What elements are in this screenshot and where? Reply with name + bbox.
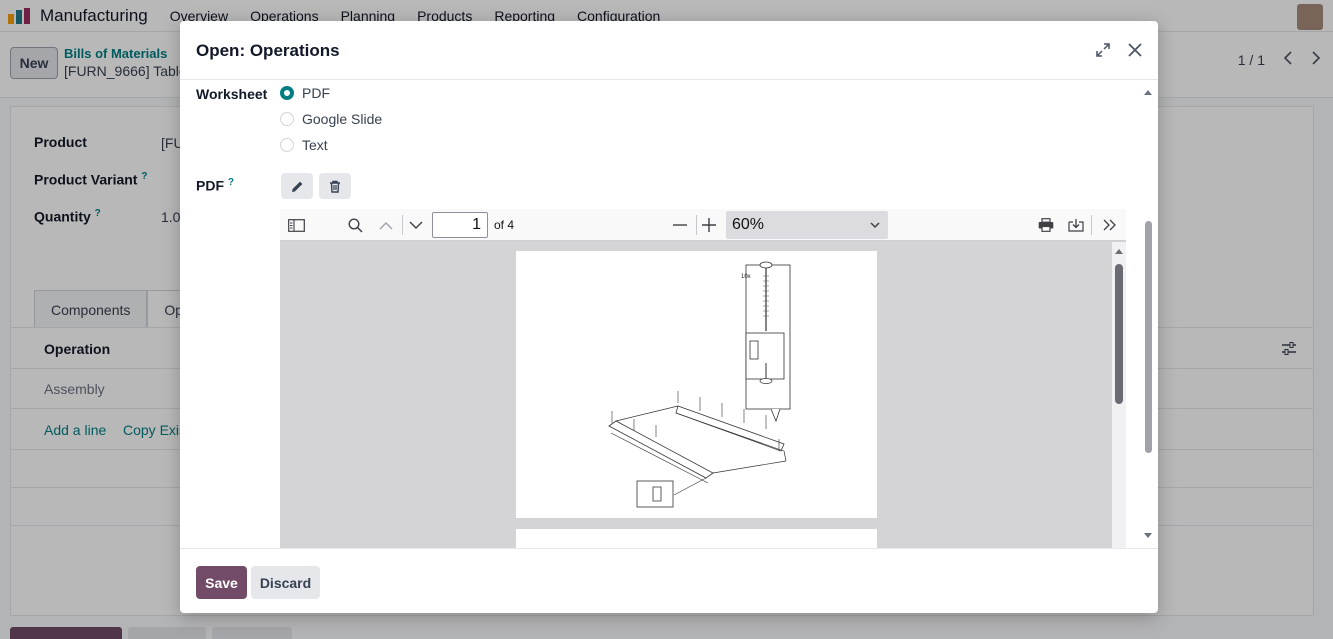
zoom-value: 60% [732,216,765,233]
previous-page-icon[interactable] [374,213,398,237]
pdf-viewer: 1 of 4 60% 10x [280,209,1126,548]
worksheet-option-text[interactable]: Text [280,137,328,153]
pdf-field-label: PDF ? [196,177,234,194]
expand-icon[interactable] [1092,39,1114,61]
radio-unchecked-icon[interactable] [280,112,294,126]
pdf-page-1: 10x [516,251,877,518]
pencil-icon [291,181,302,192]
tools-overflow-icon[interactable] [1098,213,1122,237]
edit-pdf-button[interactable] [281,173,313,199]
sidebar-toggle-icon[interactable] [284,213,308,237]
help-icon[interactable]: ? [228,177,234,188]
worksheet-option-google-slide[interactable]: Google Slide [280,111,382,127]
toolbar-separator [1091,215,1092,235]
zoom-select[interactable]: 60% [726,211,888,239]
print-icon[interactable] [1034,213,1058,237]
dialog-body: Worksheet PDF Google Slide Text PDF ? 1 … [180,81,1158,548]
search-icon[interactable] [343,213,367,237]
next-page-icon[interactable] [404,213,428,237]
worksheet-option-label: Google Slide [302,111,383,127]
close-icon[interactable] [1124,39,1146,61]
pdf-scrollbar-thumb[interactable] [1115,264,1123,404]
save-button[interactable]: Save [196,566,247,599]
dialog-footer: Save Discard [180,548,1158,613]
pdf-page-2 [516,529,877,548]
page-number-input[interactable]: 1 [432,212,488,238]
operations-dialog: Open: Operations Worksheet PDF Google Sl… [180,21,1158,613]
dialog-scrollbar-thumb[interactable] [1145,221,1152,453]
pdf-toolbar: 1 of 4 60% [280,209,1126,241]
radio-unchecked-icon[interactable] [280,138,294,152]
scroll-up-icon[interactable] [1115,248,1123,254]
trash-icon [330,180,340,193]
dialog-scrollbar[interactable] [1142,85,1154,545]
download-icon[interactable] [1064,213,1088,237]
delete-pdf-button[interactable] [319,173,351,199]
chevron-down-icon [870,211,880,239]
worksheet-option-label: PDF [302,85,330,101]
assembly-instruction-drawing: 10x [608,261,791,508]
zoom-in-icon[interactable] [697,213,721,237]
scroll-up-icon[interactable] [1144,89,1152,95]
scroll-down-icon[interactable] [1144,533,1152,539]
discard-button[interactable]: Discard [251,566,320,599]
zoom-out-icon[interactable] [668,213,692,237]
worksheet-label: Worksheet [196,86,268,102]
pdf-scrollbar[interactable] [1112,242,1126,548]
worksheet-option-label: Text [302,137,328,153]
radio-checked-icon[interactable] [280,86,294,100]
page-count: of 4 [494,218,515,232]
dialog-header: Open: Operations [180,21,1158,80]
toolbar-separator [402,215,403,235]
dialog-title: Open: Operations [196,41,340,60]
worksheet-option-pdf[interactable]: PDF [280,85,330,101]
